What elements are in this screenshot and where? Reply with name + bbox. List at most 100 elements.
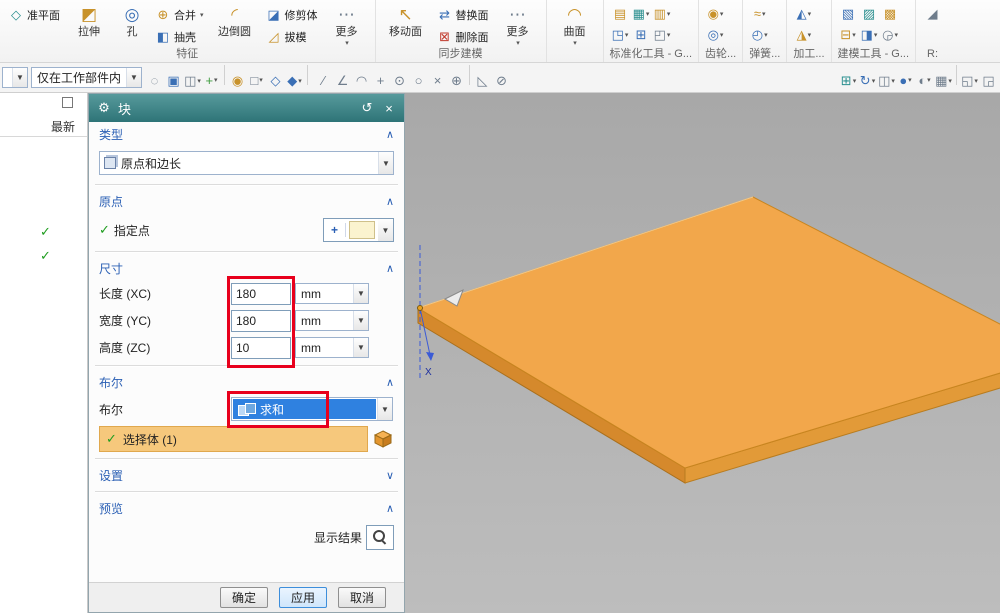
section-header-preview[interactable]: 预览 ∧ <box>89 496 404 520</box>
selection-scope-combo[interactable]: 仅在工作部件内 ▼ <box>31 67 143 88</box>
snap-center-icon[interactable]: ⊙ <box>390 71 409 91</box>
point-swatch[interactable] <box>349 221 375 239</box>
mold-tools-icon[interactable]: ◭ ▾ <box>794 4 813 24</box>
snap-point-on-curve-icon[interactable]: ⊕ <box>447 71 466 91</box>
chevron-down-icon[interactable]: ∨ <box>386 469 394 482</box>
replace-face-button[interactable]: ⇄ 替换面 <box>434 4 492 25</box>
feature-status-check-icon[interactable]: ✓ <box>40 248 51 264</box>
section-header-dimensions[interactable]: 尺寸 ∧ <box>89 256 404 280</box>
rendering-style-icon[interactable]: ◐ ▾ <box>915 70 934 90</box>
length-unit-combo[interactable]: mm ▼ <box>295 283 369 304</box>
draft-button[interactable]: ◿ 拔模 <box>263 26 321 47</box>
trim-body-button[interactable]: ◪ 修剪体 <box>263 4 321 25</box>
surface-button[interactable]: ◠ 曲面 ▾ <box>552 2 598 47</box>
ok-button[interactable]: 确定 <box>220 587 268 608</box>
part-family-icon[interactable]: ▦ ▾ <box>632 4 651 24</box>
general-object-filter-icon[interactable]: ▣ <box>164 71 183 91</box>
height-input[interactable]: 10 <box>231 336 291 359</box>
spring-tools-icon[interactable]: ◴ ▾ <box>750 25 769 45</box>
orient-view-icon[interactable]: ↻ ▾ <box>858 71 877 91</box>
point-constructor-combo[interactable]: + ▼ <box>323 218 394 242</box>
chevron-up-icon[interactable]: ∧ <box>386 195 394 208</box>
block-type-combo[interactable]: 原点和边长 ▼ <box>99 151 394 175</box>
datum-grid-icon[interactable]: ⊞ ▾ <box>839 71 858 91</box>
select-body-field[interactable]: ✓ 选择体 (1) <box>99 426 368 452</box>
snap-intersection-icon[interactable]: + <box>371 70 390 90</box>
section-header-origin[interactable]: 原点 ∧ <box>89 189 404 213</box>
ribbon-group-label-spring[interactable]: 弹簧... <box>745 47 784 62</box>
snap-point-toggle-icon[interactable]: + ▾ <box>202 70 221 90</box>
cylinder-gear-icon[interactable]: ◉ ▾ <box>706 4 725 24</box>
section-header-settings[interactable]: 设置 ∨ <box>89 463 404 487</box>
wireframe-display-icon[interactable]: ▦ ▾ <box>934 71 953 91</box>
move-face-button[interactable]: ↖ 移动面 <box>381 2 431 39</box>
dialog-menu-gear-icon[interactable]: ⚙ <box>96 100 112 116</box>
ribbon-group-label-machining[interactable]: 加工... <box>789 47 828 62</box>
ribbon-group-label-standard-tools[interactable]: 标准化工具 - G... <box>606 47 697 62</box>
chevron-up-icon[interactable]: ∧ <box>386 262 394 275</box>
unite-button[interactable]: ⊕ 合并 ▾ <box>152 4 207 25</box>
chevron-up-icon[interactable]: ∧ <box>386 128 394 141</box>
fastener-assembly-icon[interactable]: ◳ ▾ <box>611 25 630 45</box>
snap-midpoint-icon[interactable]: ∠ <box>333 71 352 91</box>
ribbon-group-label-sync[interactable]: 同步建模 <box>378 47 544 62</box>
snap-tangent-icon[interactable]: ◺ <box>473 71 492 91</box>
wave-linker-icon[interactable]: ◶ ▾ <box>881 25 900 45</box>
reset-icon[interactable]: ↺ <box>359 100 375 116</box>
reuse-library-icon[interactable]: ⊞ <box>632 25 651 45</box>
ribbon-group-label-feature[interactable]: 特征 <box>2 47 373 62</box>
navigator-column-header[interactable]: 最新 <box>0 117 87 137</box>
expression-icon[interactable]: ▧ <box>839 4 858 24</box>
width-input[interactable]: 180 <box>231 309 291 332</box>
edge-blend-button[interactable]: ◜ 边倒圆 <box>210 2 260 39</box>
delete-face-button[interactable]: ⊠ 删除面 <box>434 26 492 47</box>
layer-settings-icon[interactable]: ▩ <box>881 4 900 24</box>
shaded-display-icon[interactable]: ● ▾ <box>896 70 915 90</box>
spring-design-icon[interactable]: ≈ ▾ <box>750 4 769 24</box>
width-unit-combo[interactable]: mm ▼ <box>295 310 369 331</box>
snap-quadrant-icon[interactable]: ○ <box>409 70 428 90</box>
standard-parts-icon[interactable]: ▤ <box>611 4 630 24</box>
snap-endpoint-icon[interactable]: ∕ <box>314 70 333 90</box>
hole-series-icon[interactable]: ▥ ▾ <box>653 4 672 24</box>
truncated-tool-icon[interactable]: ◢ <box>923 4 942 24</box>
height-unit-combo[interactable]: mm ▼ <box>295 337 369 358</box>
snap-existing-point-icon[interactable]: × <box>428 70 447 90</box>
cancel-button[interactable]: 取消 <box>338 587 386 608</box>
feature-more-button[interactable]: ⋯ 更多 ▾ <box>324 2 370 47</box>
polygon-select-icon[interactable]: ◆ ▾ <box>285 71 304 91</box>
bevel-gear-icon[interactable]: ◎ ▾ <box>706 25 725 45</box>
no-selection-filter-icon[interactable]: ◌ <box>145 70 164 90</box>
graphics-viewport[interactable]: X <box>405 93 1000 613</box>
chevron-up-icon[interactable]: ∧ <box>386 502 394 515</box>
feature-status-check-icon[interactable]: ✓ <box>40 224 51 240</box>
immersive-view-icon[interactable]: ◲ <box>979 71 998 91</box>
part-cleanup-icon[interactable]: ▨ <box>860 4 879 24</box>
point-dialog-icon[interactable]: + <box>324 223 346 237</box>
view-section-icon[interactable]: ◫ ▾ <box>877 71 896 91</box>
shell-button[interactable]: ◧ 抽壳 <box>152 26 207 47</box>
show-hide-icon[interactable]: ◱ ▾ <box>960 71 979 91</box>
datum-plane-button[interactable]: ◇ 准平面 <box>5 4 63 25</box>
chevron-up-icon[interactable]: ∧ <box>386 376 394 389</box>
ribbon-group-label-gear[interactable]: 齿轮... <box>701 47 740 62</box>
snap-disable-icon[interactable]: ⊘ <box>492 71 511 91</box>
sync-more-button[interactable]: ⋯ 更多 ▾ <box>495 2 541 47</box>
hole-button[interactable]: ◎ 孔 <box>115 2 149 39</box>
dialog-titlebar[interactable]: ⚙ 块 ↺ × <box>89 94 404 122</box>
boolean-combo[interactable]: 求和 ▼ <box>231 397 393 421</box>
apply-button[interactable]: 应用 <box>279 587 327 608</box>
section-header-type[interactable]: 类型 ∧ <box>89 122 404 146</box>
ribbon-group-label-modeling-tools[interactable]: 建模工具 - G... <box>834 47 914 62</box>
measure-icon[interactable]: ◨ ▾ <box>860 25 879 45</box>
close-icon[interactable]: × <box>381 101 397 116</box>
show-result-button[interactable] <box>366 524 394 550</box>
suppress-feature-icon[interactable]: ⊟ ▾ <box>839 25 858 45</box>
select-point-icon[interactable]: ◉ <box>228 71 247 91</box>
section-header-boolean[interactable]: 布尔 ∧ <box>89 370 404 394</box>
electrode-tools-icon[interactable]: ◮ ▾ <box>794 25 813 45</box>
snap-arc-icon[interactable]: ◠ <box>352 71 371 91</box>
origin-point[interactable] <box>417 305 423 311</box>
extrude-button[interactable]: ◩ 拉伸 <box>66 2 112 39</box>
rectangle-select-icon[interactable]: □ ▾ <box>247 70 266 90</box>
